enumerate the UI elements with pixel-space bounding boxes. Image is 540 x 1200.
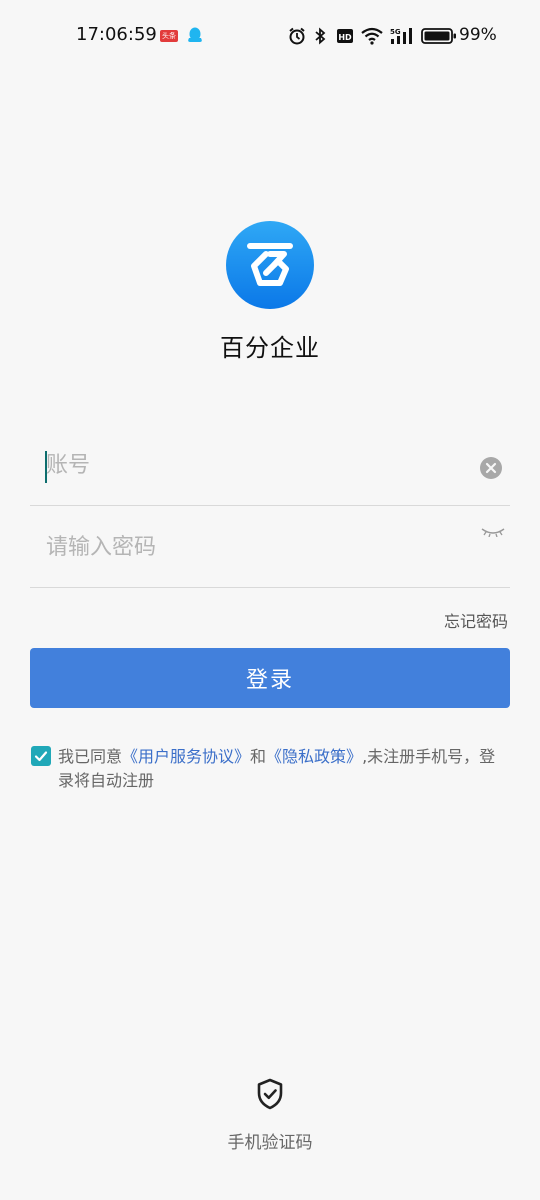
- svg-text:5G: 5G: [390, 28, 401, 36]
- shield-check-icon: [257, 1078, 283, 1110]
- account-input[interactable]: [46, 445, 466, 485]
- password-input[interactable]: [46, 527, 466, 567]
- app-logo-icon: [226, 221, 314, 309]
- battery-percent: 99%: [459, 25, 497, 45]
- svg-text:HD: HD: [338, 33, 352, 42]
- password-field: [30, 505, 510, 588]
- agreement-checkbox[interactable]: [31, 746, 51, 766]
- forgot-password-link[interactable]: 忘记密码: [444, 608, 508, 632]
- bluetooth-icon: [315, 27, 326, 45]
- sms-code-login-button[interactable]: 手机验证码: [0, 1078, 540, 1153]
- login-button[interactable]: 登录: [30, 648, 510, 708]
- hd-icon: HD: [337, 29, 353, 43]
- clear-input-icon[interactable]: [480, 457, 502, 479]
- status-bar: 17:06:59 头条 HD 5G 99%: [0, 0, 540, 72]
- agreement-text: 我已同意《用户服务协议》和《隐私政策》,未注册手机号，登录将自动注册: [58, 745, 508, 793]
- toutiao-notification-icon: 头条: [160, 30, 178, 42]
- wifi-icon: [361, 27, 383, 45]
- account-field: [30, 423, 510, 506]
- agreement-prefix: 我已同意: [58, 747, 123, 766]
- eye-closed-icon[interactable]: [480, 523, 506, 537]
- alarm-icon: [289, 27, 305, 45]
- user-agreement-link[interactable]: 《用户服务协议》: [122, 747, 250, 766]
- battery-icon: [421, 28, 456, 44]
- agreement-and: 和: [250, 747, 267, 766]
- signal-5g-icon: 5G: [390, 28, 412, 44]
- qq-notification-icon: [188, 27, 202, 42]
- sms-code-login-label: 手机验证码: [227, 1133, 313, 1153]
- status-time: 17:06:59: [76, 24, 157, 45]
- app-name: 百分企业: [220, 334, 320, 362]
- privacy-policy-link[interactable]: 《隐私政策》: [266, 747, 362, 766]
- check-icon: [34, 751, 48, 762]
